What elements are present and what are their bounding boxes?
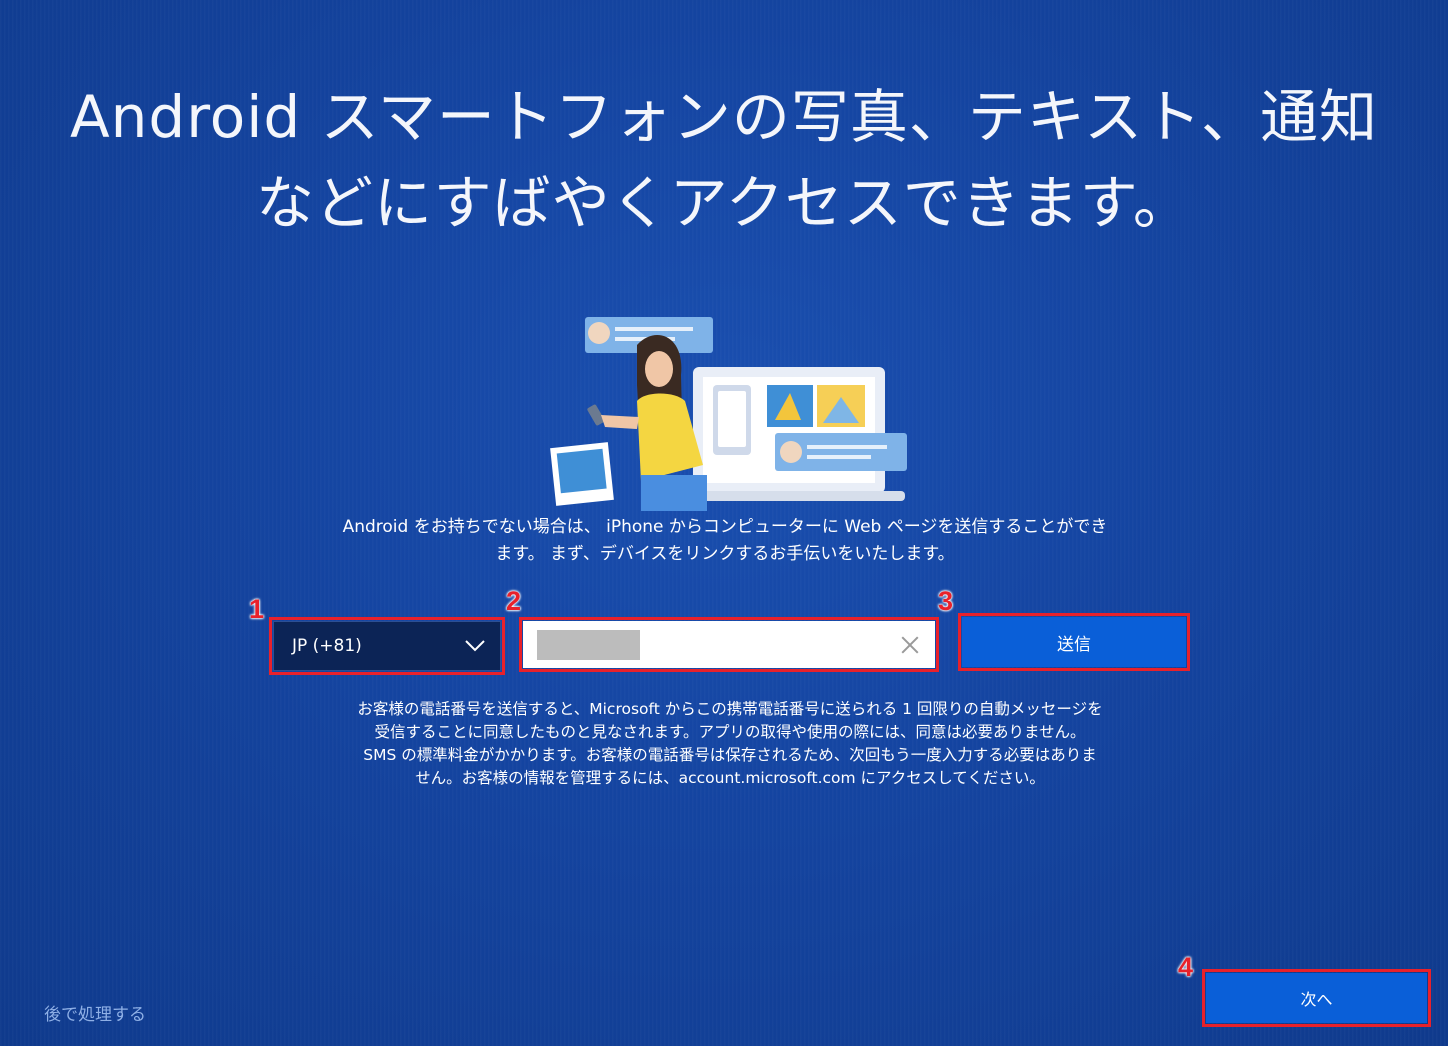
phone-link-illustration [550,317,907,511]
consent-line-1: お客様の電話番号を送信すると、Microsoft からこの携帯電話番号に送られる… [357,700,1103,718]
do-later-link[interactable]: 後で処理する [44,1000,146,1025]
step-number-1: 1 [249,594,265,624]
page-title-line-1: Android スマートフォンの写真、テキスト、通知 [69,83,1379,151]
send-button[interactable]: 送信 [962,617,1186,667]
chevron-down-icon [465,640,485,652]
consent-line-4: せん。お客様の情報を管理するには、account.microsoft.com に… [415,769,1045,787]
page-title: Android スマートフォンの写真、テキスト、通知 などにすばやくアクセスでき… [0,74,1448,246]
description-text: Android をお持ちでない場合は、 iPhone からコンピューターに We… [250,514,1200,568]
phone-number-field[interactable] [523,621,935,668]
step-number-4: 4 [1178,952,1194,982]
close-icon[interactable] [899,634,921,656]
consent-text: お客様の電話番号を送信すると、Microsoft からこの携帯電話番号に送られる… [290,698,1170,790]
description-line-1: Android をお持ちでない場合は、 iPhone からコンピューターに We… [342,517,1108,537]
page-title-line-2: などにすばやくアクセスできます。 [256,169,1192,237]
laptop-base-shape [675,491,905,501]
next-button[interactable]: 次へ [1206,973,1427,1023]
step-number-3: 3 [938,586,954,616]
step-number-2: 2 [506,586,522,616]
country-code-select[interactable]: JP (+81) [273,621,501,671]
description-line-2: ます。 まず、デバイスをリンクするお手伝いをいたします。 [495,544,955,564]
consent-line-2: 受信することに同意したものと見なされます。アプリの取得や使用の際には、同意は必要… [374,723,1086,741]
redacted-phone-number [537,630,640,660]
country-code-value: JP (+81) [292,636,362,656]
consent-line-3: SMS の標準料金がかかります。お客様の電話番号は保存されるため、次回もう一度入… [363,746,1097,764]
